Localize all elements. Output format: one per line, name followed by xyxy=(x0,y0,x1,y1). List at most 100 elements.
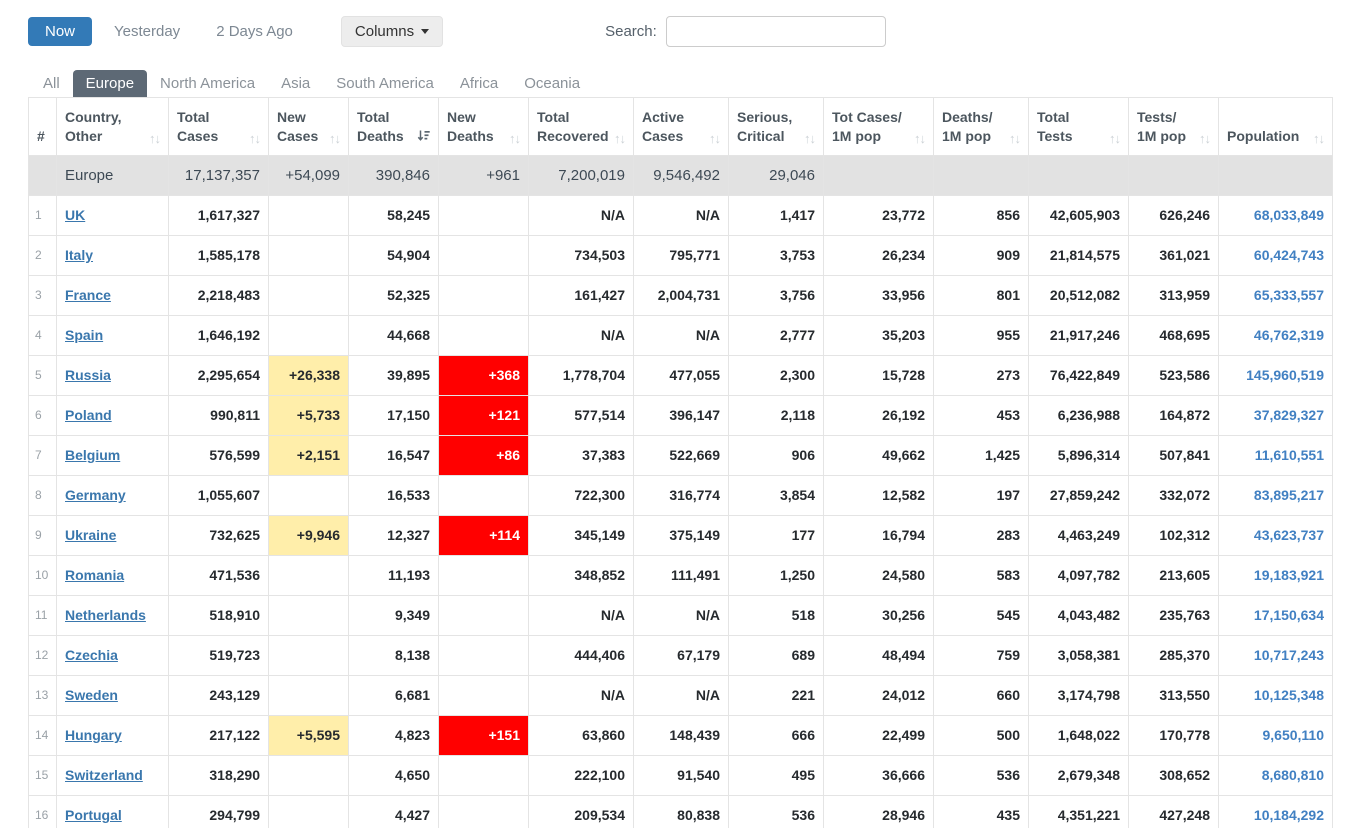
column-header-country[interactable]: Country,Other↑↓ xyxy=(57,98,169,156)
tab-south-america[interactable]: South America xyxy=(323,70,447,97)
cell-new_cases xyxy=(269,476,349,516)
population-link[interactable]: 19,183,921 xyxy=(1254,567,1324,583)
country-link[interactable]: Poland xyxy=(65,407,112,423)
population-link[interactable]: 60,424,743 xyxy=(1254,247,1324,263)
column-header-population[interactable]: Population↑↓ xyxy=(1219,98,1333,156)
cell-country: Poland xyxy=(57,396,169,436)
country-link[interactable]: Italy xyxy=(65,247,93,263)
cell-rank: 15 xyxy=(29,756,57,796)
yesterday-button[interactable]: Yesterday xyxy=(114,17,180,46)
cell-country: Belgium xyxy=(57,436,169,476)
cell-rank: 4 xyxy=(29,316,57,356)
cell-serious_critical: 689 xyxy=(729,636,824,676)
sort-icon: ↑↓ xyxy=(709,132,720,146)
country-link[interactable]: France xyxy=(65,287,111,303)
two-days-ago-button[interactable]: 2 Days Ago xyxy=(216,17,293,46)
column-header-tests_1m[interactable]: Tests/1M pop↑↓ xyxy=(1129,98,1219,156)
country-link[interactable]: Portugal xyxy=(65,807,122,823)
country-link[interactable]: Germany xyxy=(65,487,126,503)
tab-all[interactable]: All xyxy=(30,70,73,97)
cell-tot_cases_1m: 24,012 xyxy=(824,676,934,716)
population-link[interactable]: 10,125,348 xyxy=(1254,687,1324,703)
country-link[interactable]: Belgium xyxy=(65,447,120,463)
cell-deaths_1m: 536 xyxy=(934,756,1029,796)
population-link[interactable]: 10,717,243 xyxy=(1254,647,1324,663)
country-link[interactable]: Switzerland xyxy=(65,767,143,783)
population-link[interactable]: 68,033,849 xyxy=(1254,207,1324,223)
cell-total_recovered: N/A xyxy=(529,316,634,356)
cell-total_cases: 576,599 xyxy=(169,436,269,476)
population-link[interactable]: 43,623,737 xyxy=(1254,527,1324,543)
population-link[interactable]: 65,333,557 xyxy=(1254,287,1324,303)
column-header-serious_critical[interactable]: Serious,Critical↑↓ xyxy=(729,98,824,156)
cell-total_deaths: 54,904 xyxy=(349,236,439,276)
country-link[interactable]: Romania xyxy=(65,567,124,583)
column-header-total_deaths[interactable]: TotalDeaths xyxy=(349,98,439,156)
table-row: 13Sweden243,1296,681N/AN/A22124,0126603,… xyxy=(29,676,1333,716)
column-header-line2: 1M pop xyxy=(1137,127,1186,146)
tab-africa[interactable]: Africa xyxy=(447,70,511,97)
tab-north-america[interactable]: North America xyxy=(147,70,268,97)
country-link[interactable]: Ukraine xyxy=(65,527,116,543)
cell-tot_cases_1m: 22,499 xyxy=(824,716,934,756)
country-link[interactable]: Spain xyxy=(65,327,103,343)
cell-rank: 3 xyxy=(29,276,57,316)
population-link[interactable]: 83,895,217 xyxy=(1254,487,1324,503)
cell-total_deaths: 4,823 xyxy=(349,716,439,756)
column-header-tot_cases_1m[interactable]: Tot Cases/1M pop↑↓ xyxy=(824,98,934,156)
column-header-new_cases[interactable]: NewCases↑↓ xyxy=(269,98,349,156)
cell-population: 10,717,243 xyxy=(1219,636,1333,676)
cell-tot_cases_1m: 26,234 xyxy=(824,236,934,276)
column-header-total_tests[interactable]: TotalTests↑↓ xyxy=(1029,98,1129,156)
population-link[interactable]: 11,610,551 xyxy=(1255,447,1324,463)
column-header-rank[interactable]: # xyxy=(29,98,57,156)
now-button[interactable]: Now xyxy=(28,17,92,46)
column-header-total_recovered[interactable]: TotalRecovered↑↓ xyxy=(529,98,634,156)
table-row: 7Belgium576,599+2,15116,547+8637,383522,… xyxy=(29,436,1333,476)
column-header-total_cases[interactable]: TotalCases↑↓ xyxy=(169,98,269,156)
tab-asia[interactable]: Asia xyxy=(268,70,323,97)
cell-total_cases: 1,055,607 xyxy=(169,476,269,516)
search-input[interactable] xyxy=(666,16,886,47)
cell-active_cases: 795,771 xyxy=(634,236,729,276)
table-header-row: #Country,Other↑↓TotalCases↑↓NewCases↑↓To… xyxy=(29,98,1333,156)
country-link[interactable]: Sweden xyxy=(65,687,118,703)
columns-dropdown-button[interactable]: Columns xyxy=(341,16,443,47)
population-link[interactable]: 10,184,292 xyxy=(1254,807,1324,823)
population-link[interactable]: 46,762,319 xyxy=(1254,327,1324,343)
cell-population: 19,183,921 xyxy=(1219,556,1333,596)
cell-active_cases: 396,147 xyxy=(634,396,729,436)
cell-country: Switzerland xyxy=(57,756,169,796)
cell-tot_cases_1m: 36,666 xyxy=(824,756,934,796)
cell-tests_1m: 332,072 xyxy=(1129,476,1219,516)
cell-tot_cases_1m: 24,580 xyxy=(824,556,934,596)
country-link[interactable]: Russia xyxy=(65,367,111,383)
cell-serious_critical: 536 xyxy=(729,796,824,828)
cell-rank: 10 xyxy=(29,556,57,596)
cell-active_cases: 522,669 xyxy=(634,436,729,476)
cell-tests_1m: 102,312 xyxy=(1129,516,1219,556)
country-link[interactable]: Czechia xyxy=(65,647,118,663)
column-header-active_cases[interactable]: ActiveCases↑↓ xyxy=(634,98,729,156)
population-link[interactable]: 8,680,810 xyxy=(1262,767,1324,783)
cell-tests_1m: 235,763 xyxy=(1129,596,1219,636)
sort-icon: ↑↓ xyxy=(804,132,815,146)
column-header-line2: 1M pop xyxy=(942,127,991,146)
table-row: 11Netherlands518,9109,349N/AN/A51830,256… xyxy=(29,596,1333,636)
population-link[interactable]: 17,150,634 xyxy=(1254,607,1324,623)
country-link[interactable]: Netherlands xyxy=(65,607,146,623)
tab-oceania[interactable]: Oceania xyxy=(511,70,593,97)
column-header-deaths_1m[interactable]: Deaths/1M pop↑↓ xyxy=(934,98,1029,156)
cell-new_cases xyxy=(269,556,349,596)
cell-total_recovered: 63,860 xyxy=(529,716,634,756)
table-row: 8Germany1,055,60716,533722,300316,7743,8… xyxy=(29,476,1333,516)
country-link[interactable]: UK xyxy=(65,207,85,223)
tab-europe[interactable]: Europe xyxy=(73,70,147,97)
column-header-new_deaths[interactable]: NewDeaths↑↓ xyxy=(439,98,529,156)
cell-new_deaths xyxy=(439,796,529,828)
population-link[interactable]: 145,960,519 xyxy=(1246,367,1324,383)
country-link[interactable]: Hungary xyxy=(65,727,122,743)
population-link[interactable]: 9,650,110 xyxy=(1262,727,1324,743)
population-link[interactable]: 37,829,327 xyxy=(1254,407,1324,423)
cell-population: 8,680,810 xyxy=(1219,756,1333,796)
